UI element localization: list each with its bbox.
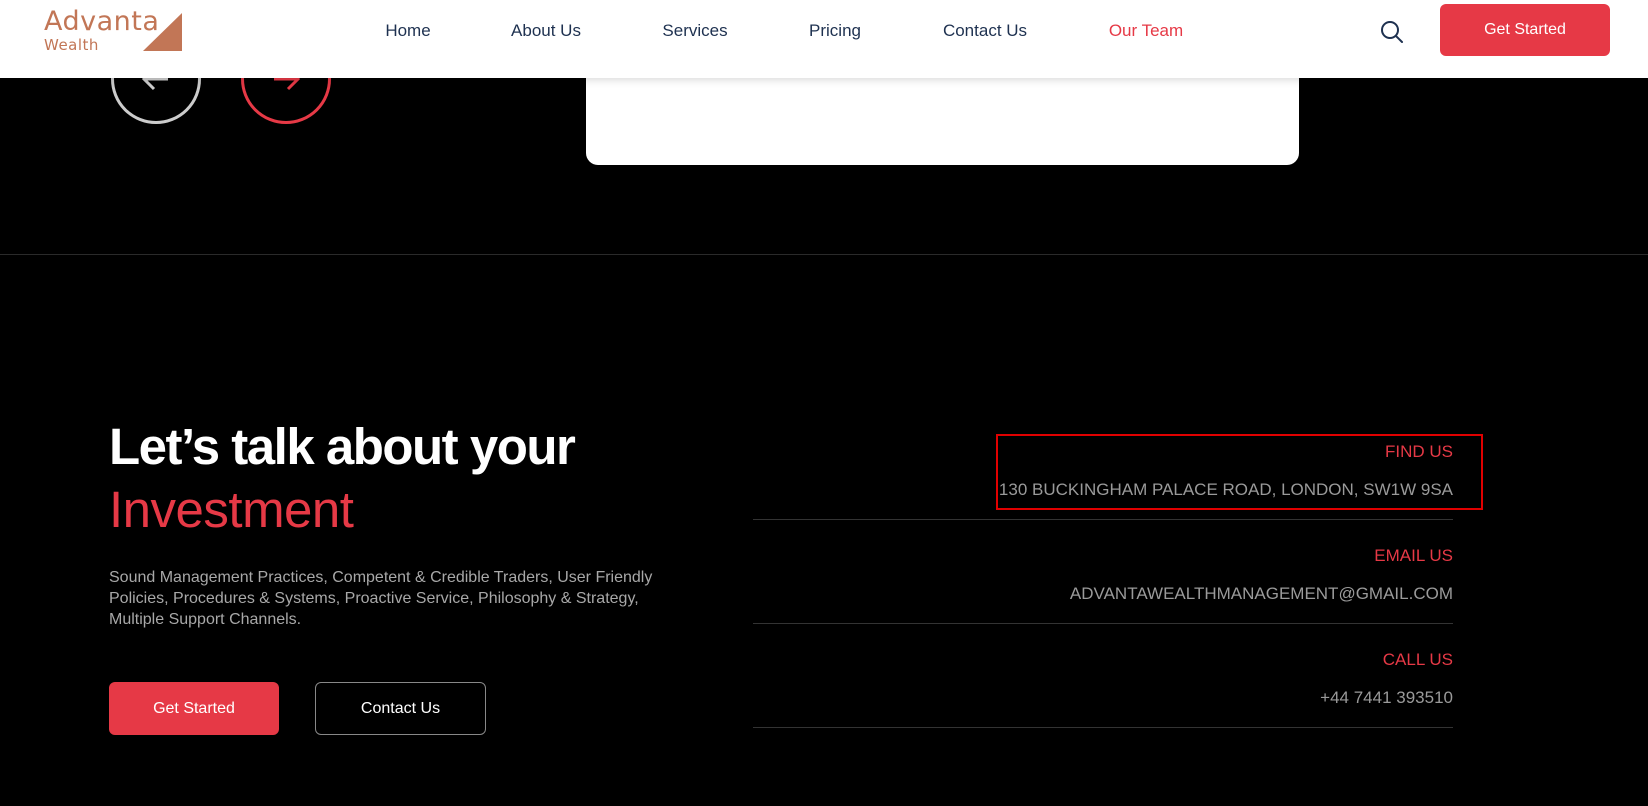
- nav-our-team[interactable]: Our Team: [1109, 21, 1183, 41]
- nav-services[interactable]: Services: [662, 21, 727, 41]
- email-us-label: EMAIL US: [1374, 546, 1453, 565]
- logo-triangle-icon: [143, 13, 182, 51]
- divider: [753, 727, 1453, 728]
- search-icon[interactable]: [1380, 20, 1404, 44]
- cta-heading-highlight: Investment: [109, 481, 354, 538]
- phone-link[interactable]: +44 7441 393510: [1320, 688, 1453, 708]
- cta-heading: Let’s talk about your: [109, 418, 576, 475]
- nav-contact-us[interactable]: Contact Us: [943, 21, 1027, 41]
- cta-description: Sound Management Practices, Competent & …: [109, 569, 653, 628]
- logo-subtext: Wealth: [44, 36, 99, 54]
- nav-pricing[interactable]: Pricing: [809, 21, 861, 41]
- highlight-box: [996, 434, 1483, 510]
- get-started-button[interactable]: Get Started: [109, 682, 279, 735]
- nav-get-started-button[interactable]: Get Started: [1440, 4, 1610, 56]
- top-nav: Advanta Wealth Home About Us Services Pr…: [0, 0, 1648, 78]
- email-link[interactable]: ADVANTAWEALTHMANAGEMENT@GMAIL.COM: [1070, 584, 1453, 604]
- nav-about-us[interactable]: About Us: [511, 21, 581, 41]
- divider: [753, 519, 1453, 520]
- nav-home[interactable]: Home: [385, 21, 430, 41]
- divider: [753, 623, 1453, 624]
- call-us-label: CALL US: [1382, 650, 1453, 669]
- contact-us-button[interactable]: Contact Us: [315, 682, 486, 735]
- section-divider: [0, 254, 1648, 255]
